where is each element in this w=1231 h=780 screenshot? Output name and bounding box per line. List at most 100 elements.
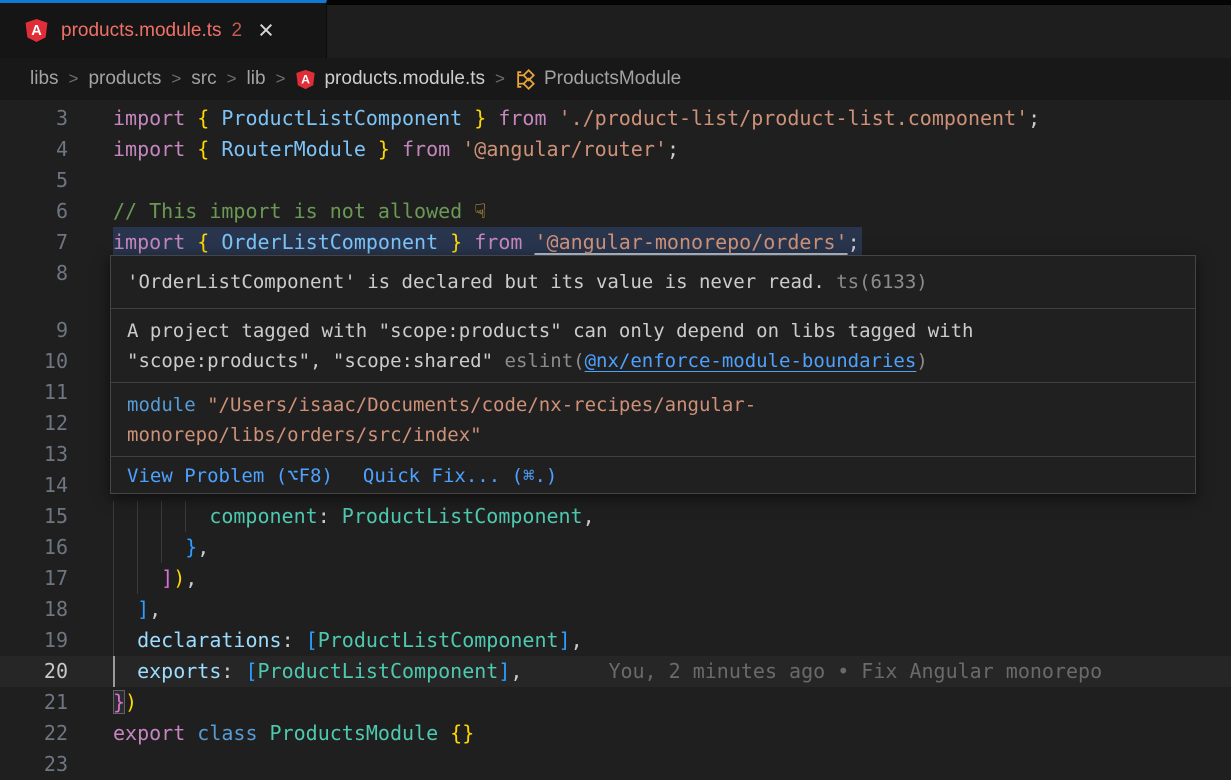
code-token: ProductListComponent xyxy=(342,504,583,528)
vscode-window: A products.module.ts 2 × libs > products > s… xyxy=(0,0,1231,780)
code-line-18[interactable]: 18 ], xyxy=(0,594,1231,625)
angular-icon: A xyxy=(24,18,49,43)
tab-strip-empty xyxy=(327,0,1231,58)
code-token: { xyxy=(197,230,221,254)
indent-guide xyxy=(113,501,137,532)
breadcrumb-item-libs[interactable]: libs xyxy=(30,68,59,90)
code-token: ☟ xyxy=(474,199,486,223)
indent-guide xyxy=(161,501,185,532)
code-token: ProductListComponent xyxy=(318,628,559,652)
code-content: declarations: [ProductListComponent], xyxy=(100,625,583,656)
view-problem-link[interactable]: View Problem (⌥F8) xyxy=(127,461,333,491)
indent-guide xyxy=(161,532,185,563)
hover-text: "/Users/isaac/Documents/code/nx-recipes/… xyxy=(127,394,756,446)
code-token: , xyxy=(583,504,595,528)
code-content: ]), xyxy=(100,563,197,594)
breadcrumb-separator-icon: > xyxy=(171,69,181,89)
line-number: 8 xyxy=(0,258,100,289)
code-line-3[interactable]: 3import { ProductListComponent } from '.… xyxy=(0,103,1231,134)
line-number: 19 xyxy=(0,625,100,656)
code-content: // This import is not allowed ☟ xyxy=(100,196,486,227)
code-content: exports: [ProductListComponent],You, 2 m… xyxy=(100,656,1102,687)
line-number: 14 xyxy=(0,470,100,501)
code-token: RouterModule xyxy=(221,137,366,161)
code-token: ProductListComponent xyxy=(221,106,462,130)
code-token: { xyxy=(197,106,221,130)
code-line-5[interactable]: 5 xyxy=(0,165,1231,196)
code-content: export class ProductsModule {} xyxy=(100,718,474,749)
code-content xyxy=(100,749,113,780)
code-token: import xyxy=(113,137,197,161)
code-token: ) xyxy=(125,690,137,714)
code-token: ; xyxy=(667,137,679,161)
code-line-4[interactable]: 4import { RouterModule } from '@angular/… xyxy=(0,134,1231,165)
code-line-17[interactable]: 17 ]), xyxy=(0,563,1231,594)
code-token: ProductsModule xyxy=(270,721,451,745)
code-token: { xyxy=(197,137,221,161)
code-line-21[interactable]: 21}) xyxy=(0,687,1231,718)
code-token: {} xyxy=(450,721,474,745)
code-token: } xyxy=(185,535,197,559)
code-token: ProductListComponent xyxy=(258,659,499,683)
tab-error-count-badge: 2 xyxy=(232,20,243,42)
eslint-rule-link[interactable]: @nx/enforce-module-boundaries xyxy=(585,350,917,372)
indent-guide xyxy=(137,563,161,594)
breadcrumb-label: libs xyxy=(30,68,59,90)
hover-section: A project tagged with "scope:products" c… xyxy=(111,308,1195,382)
line-number: 22 xyxy=(0,718,100,749)
quick-fix-link[interactable]: Quick Fix... (⌘.) xyxy=(363,461,557,491)
class-symbol-icon xyxy=(515,69,536,90)
hover-section: 'OrderListComponent' is declared but its… xyxy=(111,256,1195,308)
breadcrumb: libs>products>src>lib>Aproducts.module.t… xyxy=(0,58,1231,100)
indent-guide xyxy=(113,594,137,625)
breadcrumb-separator-icon: > xyxy=(276,69,286,89)
line-number: 5 xyxy=(0,165,100,196)
code-line-19[interactable]: 19 declarations: [ProductListComponent], xyxy=(0,625,1231,656)
code-line-20[interactable]: 20 exports: [ProductListComponent],You, … xyxy=(0,656,1231,687)
hover-text: eslint( xyxy=(505,350,585,372)
code-token: , xyxy=(185,566,197,590)
line-number: 13 xyxy=(0,439,100,470)
breadcrumb-item-productsmodule[interactable]: ProductsModule xyxy=(515,68,681,90)
code-token: './product-list/product-list.component' xyxy=(559,106,1029,130)
code-token: : xyxy=(318,504,342,528)
breadcrumb-item-products[interactable]: products xyxy=(88,68,161,90)
close-icon[interactable]: × xyxy=(258,17,274,44)
code-token: , xyxy=(149,597,161,621)
code-token: from xyxy=(402,137,462,161)
breadcrumb-item-src[interactable]: src xyxy=(191,68,216,90)
line-number: 4 xyxy=(0,134,100,165)
breadcrumb-item-lib[interactable]: lib xyxy=(247,68,266,90)
code-token: exports xyxy=(137,659,221,683)
hover-section: module "/Users/isaac/Documents/code/nx-r… xyxy=(111,382,1195,456)
indent-guide xyxy=(137,532,161,563)
line-number: 11 xyxy=(0,377,100,408)
code-token: } xyxy=(462,106,498,130)
code-line-23[interactable]: 23 xyxy=(0,749,1231,780)
code-content: }, xyxy=(100,532,209,563)
code-token: : xyxy=(221,659,245,683)
code-line-15[interactable]: 15 component: ProductListComponent, xyxy=(0,501,1231,532)
line-number: 18 xyxy=(0,594,100,625)
svg-text:A: A xyxy=(31,23,42,39)
code-token: } xyxy=(438,230,474,254)
code-token: ] xyxy=(137,597,149,621)
code-token: [ xyxy=(306,628,318,652)
code-line-16[interactable]: 16 }, xyxy=(0,532,1231,563)
code-line-6[interactable]: 6// This import is not allowed ☟ xyxy=(0,196,1231,227)
code-editor[interactable]: 3import { ProductListComponent } from '.… xyxy=(0,100,1231,780)
code-token: // This import is not allowed xyxy=(113,199,474,223)
code-line-22[interactable]: 22export class ProductsModule {} xyxy=(0,718,1231,749)
breadcrumb-item-products.module.ts[interactable]: Aproducts.module.ts xyxy=(295,68,485,90)
indent-guide xyxy=(185,501,209,532)
breadcrumb-label: lib xyxy=(247,68,266,90)
breadcrumb-label: src xyxy=(191,68,216,90)
hover-text: module xyxy=(127,394,196,416)
breadcrumb-label: products.module.ts xyxy=(324,68,485,90)
code-token: class xyxy=(197,721,269,745)
code-line-7[interactable]: 7import { OrderListComponent } from '@an… xyxy=(0,227,1231,258)
code-token: from xyxy=(474,230,534,254)
breadcrumb-separator-icon: > xyxy=(227,69,237,89)
tab-products-module[interactable]: A products.module.ts 2 × xyxy=(0,0,327,58)
tab-title: products.module.ts xyxy=(61,20,222,42)
